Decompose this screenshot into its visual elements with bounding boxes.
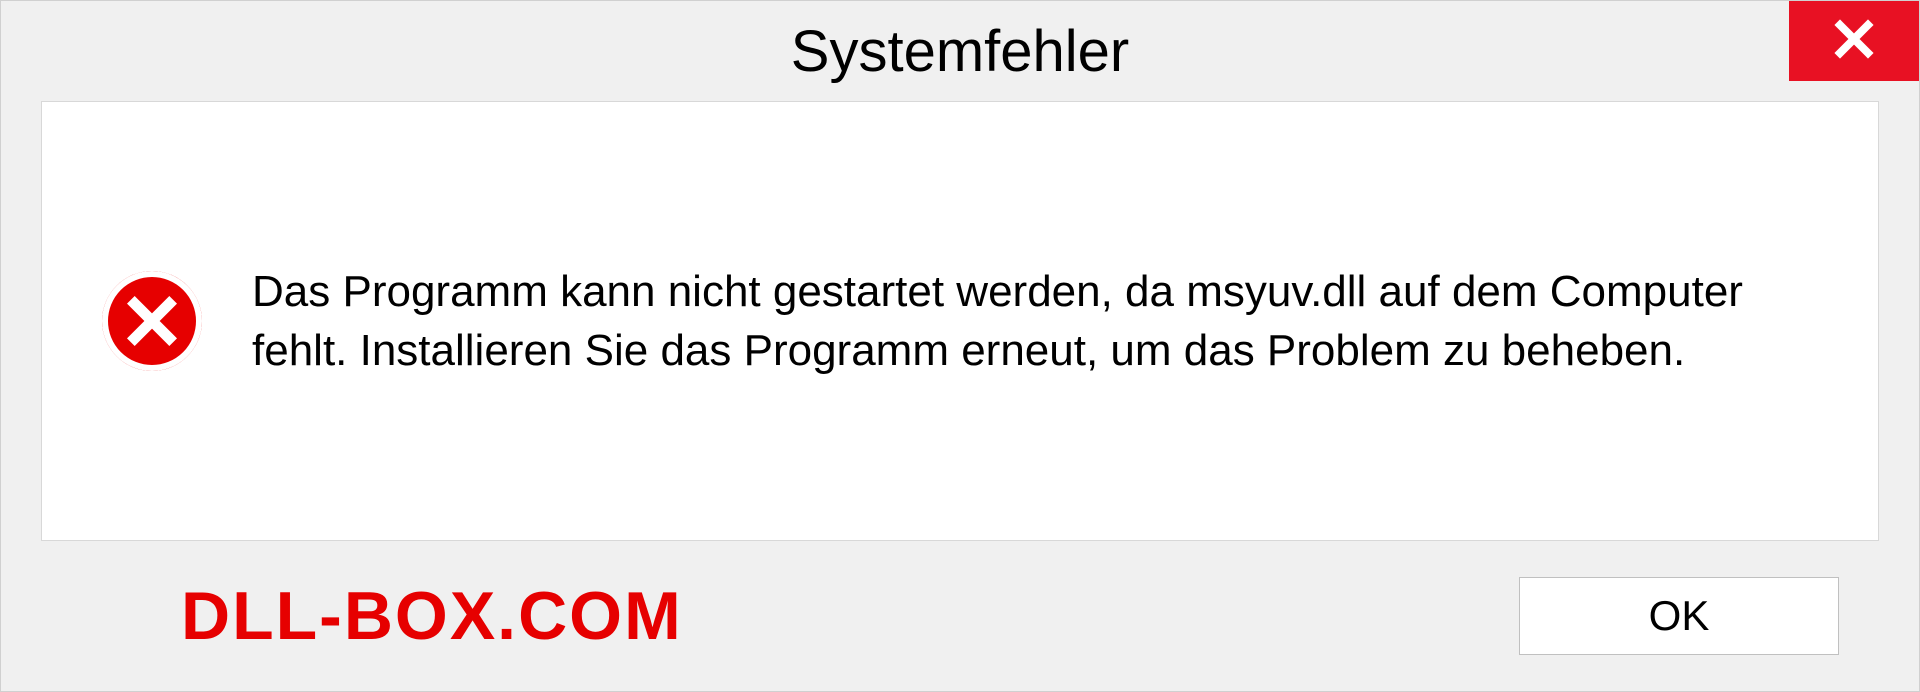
- close-button[interactable]: [1789, 1, 1919, 81]
- error-icon: [102, 271, 202, 371]
- error-message: Das Programm kann nicht gestartet werden…: [252, 262, 1818, 381]
- ok-button[interactable]: OK: [1519, 577, 1839, 655]
- ok-button-label: OK: [1649, 592, 1710, 640]
- close-icon: [1833, 18, 1875, 65]
- error-dialog: Systemfehler Das Programm kann nicht ges…: [0, 0, 1920, 692]
- footer: DLL-BOX.COM OK: [1, 541, 1919, 691]
- dialog-title: Systemfehler: [791, 18, 1129, 85]
- titlebar: Systemfehler: [1, 1, 1919, 101]
- content-area: Das Programm kann nicht gestartet werden…: [41, 101, 1879, 541]
- watermark-text: DLL-BOX.COM: [181, 577, 683, 655]
